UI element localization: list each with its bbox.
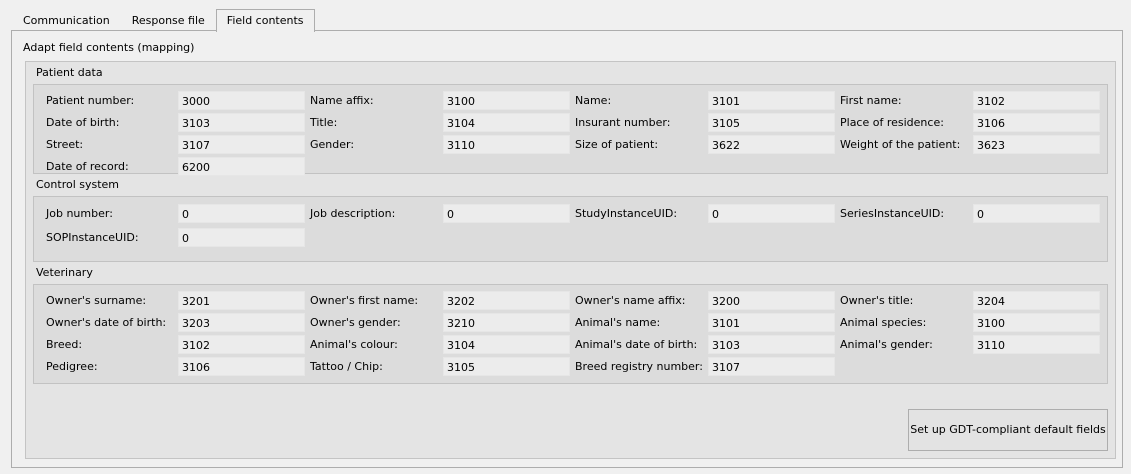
field-contents-panel: Adapt field contents (mapping) Patient d… bbox=[11, 30, 1123, 468]
veterinary-group: Owner's surname: 3201 Owner's first name: 3… bbox=[33, 284, 1108, 384]
animal-s-gender-field[interactable]: 3110 bbox=[973, 335, 1100, 354]
breed-field[interactable]: 3102 bbox=[178, 335, 305, 354]
name-affix-label: Name affix: bbox=[310, 94, 374, 107]
seriesinstanceuid-field[interactable]: 0 bbox=[973, 204, 1100, 223]
section-title-patient-data: Patient data bbox=[36, 66, 103, 79]
job-description-label: Job description: bbox=[310, 207, 396, 220]
section-title-control-system: Control system bbox=[36, 178, 120, 191]
place-of-residence-label: Place of residence: bbox=[840, 116, 944, 129]
weight-of-the-patient-label: Weight of the patient: bbox=[840, 138, 961, 151]
owner-s-gender-field[interactable]: 3210 bbox=[443, 313, 570, 332]
first-name-field[interactable]: 3102 bbox=[973, 91, 1100, 110]
panel-title: Adapt field contents (mapping) bbox=[23, 41, 195, 54]
pedigree-label: Pedigree: bbox=[46, 360, 98, 373]
name-field[interactable]: 3101 bbox=[708, 91, 835, 110]
control-system-group: Job number: 0 Job description: 0 StudyInstan… bbox=[33, 196, 1108, 262]
owner-s-title-label: Owner's title: bbox=[840, 294, 914, 307]
field-row: Date of birth: 3103 Title: 3104 Insurant num… bbox=[34, 113, 1107, 133]
street-label: Street: bbox=[46, 138, 84, 151]
animal-s-date-of-birth-label: Animal's date of birth: bbox=[575, 338, 698, 351]
default-fields-button[interactable]: Set up GDT-compliant default fields bbox=[908, 409, 1108, 451]
field-row: Patient number: 3000 Name affix: 3100 Name: 3… bbox=[34, 91, 1107, 111]
weight-of-the-patient-field[interactable]: 3623 bbox=[973, 135, 1100, 154]
owner-s-date-of-birth-label: Owner's date of birth: bbox=[46, 316, 167, 329]
animal-s-gender-label: Animal's gender: bbox=[840, 338, 933, 351]
field-row: Job number: 0 Job description: 0 StudyInstan… bbox=[34, 204, 1107, 224]
field-row: SOPInstanceUID: 0 bbox=[34, 228, 1107, 248]
animal-s-name-label: Animal's name: bbox=[575, 316, 661, 329]
owner-s-gender-label: Owner's gender: bbox=[310, 316, 401, 329]
date-of-birth-label: Date of birth: bbox=[46, 116, 120, 129]
title-field[interactable]: 3104 bbox=[443, 113, 570, 132]
animal-s-date-of-birth-field[interactable]: 3103 bbox=[708, 335, 835, 354]
patient-data-group: Patient number: 3000 Name affix: 3100 Name: 3… bbox=[33, 84, 1108, 177]
mapping-group: Patient data Patient number: 3000 Name aff… bbox=[25, 61, 1116, 459]
breed-registry-number-field[interactable]: 3107 bbox=[708, 357, 835, 376]
size-of-patient-field[interactable]: 3622 bbox=[708, 135, 835, 154]
animal-s-name-field[interactable]: 3101 bbox=[708, 313, 835, 332]
gender-field[interactable]: 3110 bbox=[443, 135, 570, 154]
first-name-label: First name: bbox=[840, 94, 902, 107]
field-row: Date of record: 6200 bbox=[34, 157, 1107, 177]
owner-s-surname-field[interactable]: 3201 bbox=[178, 291, 305, 310]
job-number-field[interactable]: 0 bbox=[178, 204, 305, 223]
date-of-birth-field[interactable]: 3103 bbox=[178, 113, 305, 132]
settings-window: Communication Response file Field conten… bbox=[0, 0, 1131, 474]
animal-species-label: Animal species: bbox=[840, 316, 927, 329]
owner-s-surname-label: Owner's surname: bbox=[46, 294, 147, 307]
field-row: Owner's surname: 3201 Owner's first name: 3… bbox=[34, 291, 1107, 311]
breed-registry-number-label: Breed registry number: bbox=[575, 360, 703, 373]
insurant-number-label: Insurant number: bbox=[575, 116, 671, 129]
studyinstanceuid-label: StudyInstanceUID: bbox=[575, 207, 678, 220]
breed-label: Breed: bbox=[46, 338, 83, 351]
tab-response-file[interactable]: Response file bbox=[121, 9, 216, 31]
date-of-record-field[interactable]: 6200 bbox=[178, 157, 305, 176]
owner-s-date-of-birth-field[interactable]: 3203 bbox=[178, 313, 305, 332]
date-of-record-label: Date of record: bbox=[46, 160, 129, 173]
animal-species-field[interactable]: 3100 bbox=[973, 313, 1100, 332]
pedigree-field[interactable]: 3106 bbox=[178, 357, 305, 376]
name-affix-field[interactable]: 3100 bbox=[443, 91, 570, 110]
field-row: Breed: 3102 Animal's colour: 3104 Animal's d… bbox=[34, 335, 1107, 355]
tab-communication[interactable]: Communication bbox=[12, 9, 121, 31]
owner-s-first-name-field[interactable]: 3202 bbox=[443, 291, 570, 310]
field-row: Owner's date of birth: 3203 Owner's gender… bbox=[34, 313, 1107, 333]
owner-s-name-affix-label: Owner's name affix: bbox=[575, 294, 686, 307]
section-title-veterinary: Veterinary bbox=[36, 266, 93, 279]
job-description-field[interactable]: 0 bbox=[443, 204, 570, 223]
owner-s-name-affix-field[interactable]: 3200 bbox=[708, 291, 835, 310]
animal-s-colour-field[interactable]: 3104 bbox=[443, 335, 570, 354]
place-of-residence-field[interactable]: 3106 bbox=[973, 113, 1100, 132]
tattoo-chip-label: Tattoo / Chip: bbox=[310, 360, 383, 373]
owner-s-first-name-label: Owner's first name: bbox=[310, 294, 419, 307]
title-label: Title: bbox=[310, 116, 338, 129]
field-row: Pedigree: 3106 Tattoo / Chip: 3105 Breed reg… bbox=[34, 357, 1107, 377]
tab-field-contents[interactable]: Field contents bbox=[215, 9, 315, 32]
tattoo-chip-field[interactable]: 3105 bbox=[443, 357, 570, 376]
owner-s-title-field[interactable]: 3204 bbox=[973, 291, 1100, 310]
patient-number-field[interactable]: 3000 bbox=[178, 91, 305, 110]
job-number-label: Job number: bbox=[46, 207, 113, 220]
gender-label: Gender: bbox=[310, 138, 355, 151]
field-row: Street: 3107 Gender: 3110 Size of patient: 36… bbox=[34, 135, 1107, 155]
seriesinstanceuid-label: SeriesInstanceUID: bbox=[840, 207, 945, 220]
patient-number-label: Patient number: bbox=[46, 94, 135, 107]
sopinstanceuid-label: SOPInstanceUID: bbox=[46, 231, 139, 244]
size-of-patient-label: Size of patient: bbox=[575, 138, 659, 151]
tab-bar: Communication Response file Field conten… bbox=[12, 9, 315, 32]
animal-s-colour-label: Animal's colour: bbox=[310, 338, 398, 351]
studyinstanceuid-field[interactable]: 0 bbox=[708, 204, 835, 223]
sopinstanceuid-field[interactable]: 0 bbox=[178, 228, 305, 247]
insurant-number-field[interactable]: 3105 bbox=[708, 113, 835, 132]
name-label: Name: bbox=[575, 94, 612, 107]
street-field[interactable]: 3107 bbox=[178, 135, 305, 154]
